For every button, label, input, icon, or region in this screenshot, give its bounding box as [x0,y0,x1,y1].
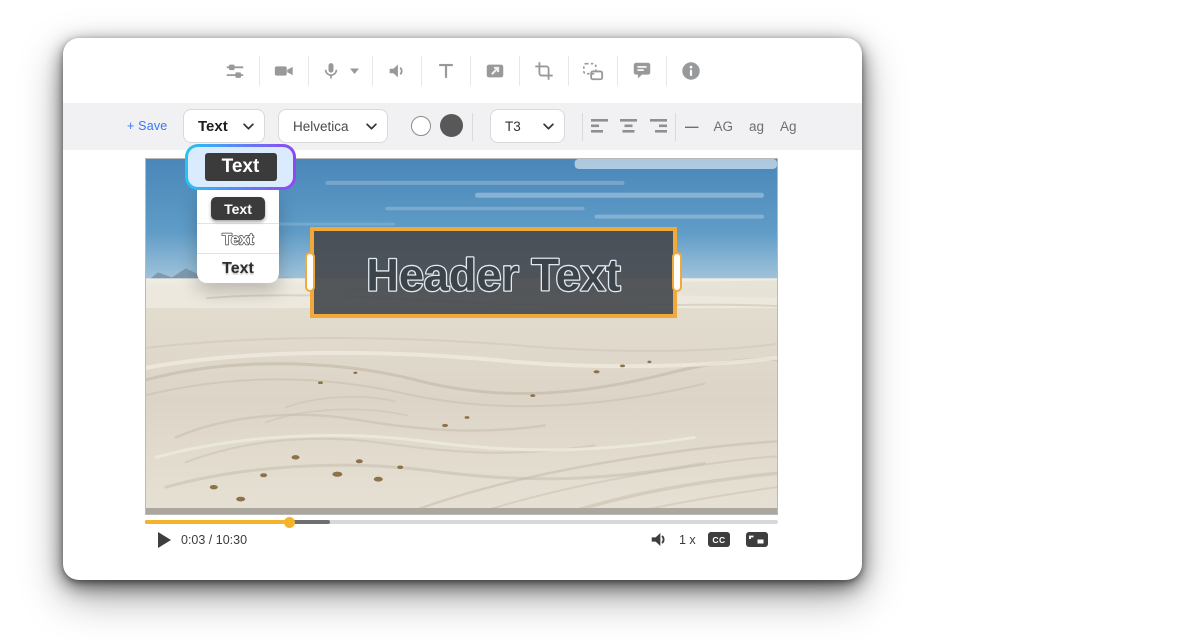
toolbar-divider [470,56,471,86]
style-menu-item-outline[interactable]: Text [197,224,279,253]
style-menu-panel: Text Text Text [197,190,279,283]
crop-icon[interactable] [532,58,556,84]
page: + Save Text Helvetica T3 [0,0,1200,640]
case-lowercase-button[interactable]: ag [749,119,764,134]
chevron-down-icon [366,123,377,130]
toolbar-divider [259,56,260,86]
toolbar-divider [519,56,520,86]
seek-bar-played [145,520,290,524]
time-display: 0:03 / 10:30 [181,533,247,547]
text-size-dropdown[interactable]: T3 [490,109,565,143]
seek-bar-knob[interactable] [284,517,295,528]
style-option-solid-large-label: Text [205,153,277,181]
main-toolbar [63,38,862,103]
toolbar-divider [308,56,309,86]
toolbar-divider [421,56,422,86]
overlay-text: Header Text [366,249,620,300]
toolbar-divider [666,56,667,86]
playback-speed-button[interactable]: 1 x [679,533,696,547]
closed-captions-button[interactable]: CC [708,532,730,547]
editor-window: + Save Text Helvetica T3 [63,38,862,580]
comment-icon[interactable] [630,58,654,84]
style-option-plain-label: Text [222,260,254,278]
toolbar-divider [617,56,618,86]
text-style-value: Text [198,118,228,135]
text-overlay-box[interactable]: Header Text [310,227,677,318]
save-button[interactable]: + Save [127,119,167,133]
text-style-dropdown[interactable]: Text [183,109,265,143]
resize-handle-right[interactable] [672,252,682,292]
text-tool-icon[interactable] [434,58,458,84]
format-toolbar: + Save Text Helvetica T3 [63,103,862,150]
case-uppercase-button[interactable]: AG [714,119,734,134]
text-color-swatch-outline[interactable] [411,116,431,136]
align-right-icon[interactable] [648,117,668,135]
settings-sliders-icon[interactable] [223,58,247,84]
picture-in-picture-icon[interactable] [581,58,605,84]
toolbar-divider [568,56,569,86]
volume-icon[interactable] [649,530,670,554]
play-button[interactable] [158,532,171,548]
speaker-icon[interactable] [385,58,409,84]
align-center-icon[interactable] [619,117,639,135]
mic-dropdown-icon[interactable] [349,67,360,75]
font-family-value: Helvetica [293,119,349,134]
text-case-group: — AG ag Ag [685,116,797,136]
font-family-dropdown[interactable]: Helvetica [278,109,388,143]
format-divider [675,113,676,141]
text-size-value: T3 [505,119,521,134]
case-none-button[interactable]: — [685,119,698,134]
camera-icon[interactable] [272,58,296,84]
microphone-control [321,58,360,84]
miniplayer-button[interactable] [746,532,768,547]
annotate-arrow-icon[interactable] [483,58,507,84]
chevron-down-icon [243,123,254,130]
format-divider [472,113,473,141]
style-menu-item-plain[interactable]: Text [197,254,279,283]
microphone-icon[interactable] [321,60,341,82]
case-titlecase-button[interactable]: Ag [780,119,797,134]
style-option-solid-pill-label: Text [211,197,265,220]
player-controls: 0:03 / 10:30 1 x CC [63,529,862,551]
chevron-down-icon [543,123,554,130]
info-icon[interactable] [679,58,703,84]
style-menu-item-solid-pill[interactable]: Text [197,194,279,223]
alignment-group [590,117,668,135]
seek-bar[interactable] [145,520,778,524]
align-left-icon[interactable] [590,117,610,135]
background-color-swatch[interactable] [440,114,463,137]
style-option-outline-label: Text [222,231,254,248]
resize-handle-left[interactable] [305,252,315,292]
format-divider [582,113,583,141]
toolbar-divider [372,56,373,86]
style-menu-item-solid-large[interactable]: Text [185,144,296,190]
style-menu-highlight: Text [188,147,293,187]
